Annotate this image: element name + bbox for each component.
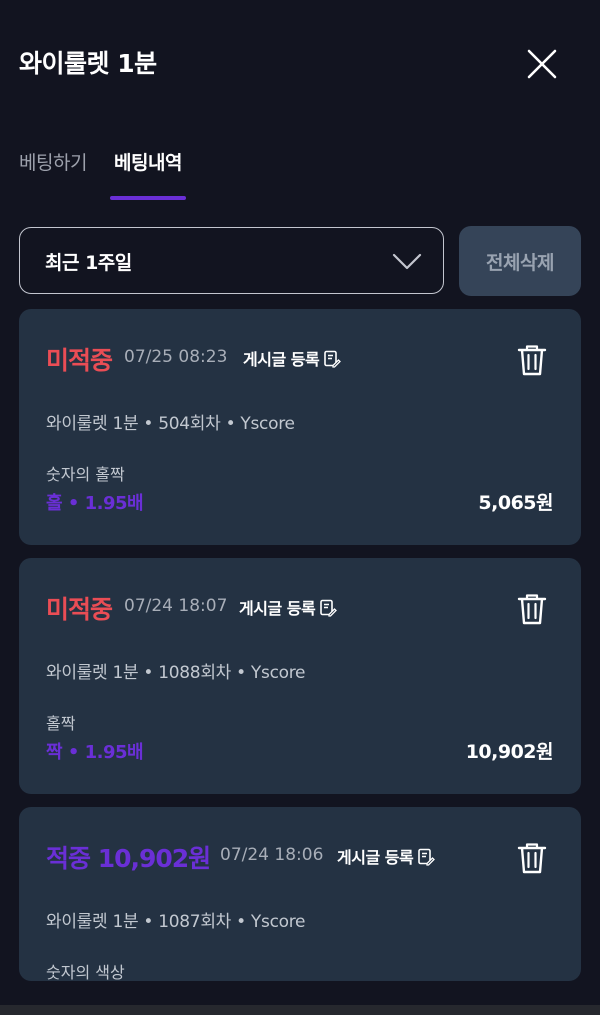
bet-type: 숫자의 홀짝 [46, 465, 125, 484]
trash-icon [517, 594, 547, 625]
period-selected-value: 최근 1주일 [45, 252, 132, 274]
active-tab-indicator [110, 196, 186, 200]
bottom-edge [0, 1005, 600, 1015]
betting-history-screen: 와이룰렛 1분 베팅하기 베팅내역 최근 1주일 전체삭제 미적중 07/25 … [0, 0, 600, 1015]
delete-bet-button[interactable] [516, 841, 548, 875]
bet-status: 적중 10,902원 [46, 844, 211, 873]
page-title: 와이룰렛 1분 [19, 49, 157, 78]
bet-type: 숫자의 색상 [46, 963, 125, 981]
delete-bet-button[interactable] [516, 343, 548, 377]
trash-icon [517, 345, 547, 376]
trash-icon [517, 843, 547, 874]
post-register-button[interactable]: 게시글 등록 [243, 346, 342, 370]
tab-betting-history[interactable]: 베팅내역 [114, 148, 182, 175]
post-register-label: 게시글 등록 [243, 350, 320, 369]
bet-pick: 홀 • 1.95배 [46, 493, 144, 514]
period-dropdown[interactable]: 최근 1주일 [19, 227, 444, 294]
chevron-down-icon [392, 253, 422, 270]
bet-status: 미적중 [46, 595, 113, 624]
delete-all-button[interactable]: 전체삭제 [459, 226, 581, 296]
bet-card: 미적중 07/24 18:07 게시글 등록 와이룰렛 1분 • 1088회차 … [19, 558, 581, 794]
bet-card: 미적중 07/25 08:23 게시글 등록 와이룰렛 1분 • 504회차 •… [19, 309, 581, 545]
post-register-label: 게시글 등록 [337, 848, 414, 867]
edit-document-icon [418, 848, 436, 866]
bet-datetime: 07/24 18:06 [220, 845, 324, 865]
bet-type: 홀짝 [46, 714, 76, 733]
bet-card: 적중 10,902원 07/24 18:06 게시글 등록 와이룰렛 1분 • … [19, 807, 581, 981]
close-button[interactable] [522, 44, 562, 84]
bet-status: 미적중 [46, 346, 113, 375]
game-info: 와이룰렛 1분 • 1088회차 • Yscore [46, 663, 306, 683]
delete-bet-button[interactable] [516, 592, 548, 626]
tab-bar: 베팅하기 베팅내역 [0, 128, 600, 206]
post-register-button[interactable]: 게시글 등록 [337, 844, 436, 868]
header: 와이룰렛 1분 [0, 0, 600, 128]
bet-pick: 짝 • 1.95배 [46, 742, 144, 763]
close-icon [527, 49, 557, 79]
edit-document-icon [320, 599, 338, 617]
tab-betting[interactable]: 베팅하기 [19, 148, 87, 175]
bet-datetime: 07/25 08:23 [124, 347, 228, 367]
game-info: 와이룰렛 1분 • 504회차 • Yscore [46, 414, 295, 434]
game-info: 와이룰렛 1분 • 1087회차 • Yscore [46, 912, 306, 932]
bet-amount: 5,065원 [478, 492, 553, 514]
bet-amount: 10,902원 [465, 741, 554, 763]
edit-document-icon [324, 350, 342, 368]
bet-datetime: 07/24 18:07 [124, 596, 228, 616]
post-register-button[interactable]: 게시글 등록 [239, 595, 338, 619]
post-register-label: 게시글 등록 [239, 599, 316, 618]
